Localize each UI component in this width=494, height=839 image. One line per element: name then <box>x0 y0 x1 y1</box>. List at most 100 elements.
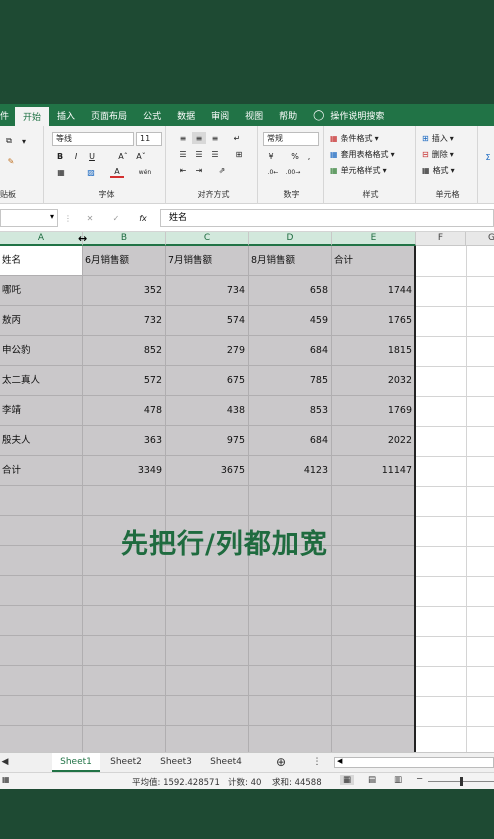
data-cell[interactable]: 1744 <box>332 276 416 306</box>
empty-cell[interactable] <box>166 726 249 752</box>
data-cell[interactable]: 哪吒 <box>0 276 83 306</box>
empty-cell[interactable] <box>0 666 83 696</box>
tab-page-layout[interactable]: 页面布局 <box>83 104 135 126</box>
empty-cell[interactable] <box>332 486 416 516</box>
sheet-nav-icon[interactable]: ◀ <box>0 753 10 772</box>
normal-view-icon[interactable]: ▦ <box>340 775 355 785</box>
empty-cell[interactable] <box>166 666 249 696</box>
data-cell[interactable]: 684 <box>249 426 332 456</box>
insert-function-icon[interactable]: fx <box>136 212 150 224</box>
empty-cell[interactable] <box>332 576 416 606</box>
wrap-text-icon[interactable]: ↵ <box>230 132 244 144</box>
editing-icon[interactable]: Σ <box>482 150 494 164</box>
data-cell[interactable]: 853 <box>249 396 332 426</box>
data-cell[interactable]: 2022 <box>332 426 416 456</box>
data-cell[interactable]: 殷夫人 <box>0 426 83 456</box>
data-cell[interactable]: 732 <box>83 306 166 336</box>
column-header-f[interactable]: F <box>416 232 466 246</box>
delete-cells-button[interactable]: ⊟ 删除 ▾ <box>422 147 474 161</box>
tab-file[interactable]: 件 <box>0 104 15 126</box>
currency-icon[interactable]: ¥ <box>264 150 278 162</box>
format-as-table-button[interactable]: ▦ 套用表格格式 ▾ <box>330 147 414 161</box>
data-cell[interactable]: 1815 <box>332 336 416 366</box>
sheet-tab-sheet2[interactable]: Sheet2 <box>102 753 150 772</box>
column-header-g[interactable]: G <box>466 232 494 246</box>
phonetic-icon[interactable]: wén <box>138 166 152 178</box>
empty-cell[interactable] <box>249 606 332 636</box>
align-middle-icon[interactable]: ≡ <box>192 132 206 144</box>
increase-decimal-icon[interactable]: .0← <box>264 166 282 178</box>
column-header-e[interactable]: E <box>332 232 416 246</box>
empty-cell[interactable] <box>0 606 83 636</box>
sheet-tab-sheet1[interactable]: Sheet1 <box>52 753 100 772</box>
empty-cell[interactable] <box>83 486 166 516</box>
zoom-slider[interactable] <box>428 777 494 786</box>
empty-cell[interactable] <box>249 486 332 516</box>
header-cell[interactable]: 姓名 <box>0 246 83 276</box>
data-cell[interactable]: 478 <box>83 396 166 426</box>
add-sheet-icon[interactable]: ⊕ <box>272 753 290 772</box>
scroll-left-icon[interactable]: ◀ <box>337 757 342 765</box>
conditional-format-button[interactable]: ▦ 条件格式 ▾ <box>330 131 410 145</box>
empty-cell[interactable] <box>0 486 83 516</box>
empty-cell[interactable] <box>249 726 332 752</box>
data-cell[interactable]: 3349 <box>83 456 166 486</box>
data-cell[interactable]: 684 <box>249 336 332 366</box>
data-cell[interactable]: 4123 <box>249 456 332 486</box>
align-left-icon[interactable]: ☰ <box>176 148 190 160</box>
header-cell[interactable]: 7月销售额 <box>166 246 249 276</box>
empty-cell[interactable] <box>166 486 249 516</box>
data-cell[interactable]: 785 <box>249 366 332 396</box>
border-icon[interactable]: ▦ <box>54 166 68 178</box>
column-header-b[interactable]: B <box>83 232 166 246</box>
format-cells-button[interactable]: ▦ 格式 ▾ <box>422 163 474 177</box>
empty-cell[interactable] <box>83 696 166 726</box>
font-grow-icon[interactable]: Aˆ <box>116 150 130 162</box>
data-cell[interactable]: 2032 <box>332 366 416 396</box>
data-cell[interactable]: 279 <box>166 336 249 366</box>
fill-color-icon[interactable]: ▨ <box>84 166 98 178</box>
more-sheets-icon[interactable]: ⋮ <box>312 753 322 772</box>
align-bottom-icon[interactable]: ≡ <box>208 132 222 144</box>
align-center-icon[interactable]: ☰ <box>192 148 206 160</box>
empty-cell[interactable] <box>249 696 332 726</box>
indent-decrease-icon[interactable]: ⇤ <box>176 164 190 176</box>
data-cell[interactable]: 1765 <box>332 306 416 336</box>
data-cell[interactable]: 11147 <box>332 456 416 486</box>
name-box[interactable]: ▾ <box>0 209 58 227</box>
empty-cell[interactable] <box>0 576 83 606</box>
data-cell[interactable]: 申公豹 <box>0 336 83 366</box>
empty-cell[interactable] <box>332 516 416 546</box>
font-name-select[interactable]: 等线 <box>52 132 134 146</box>
tell-me-search[interactable]: ◯ 操作说明搜索 <box>305 104 392 126</box>
empty-cell[interactable] <box>332 666 416 696</box>
empty-cell[interactable] <box>166 576 249 606</box>
tab-home[interactable]: 开始 <box>15 107 50 126</box>
decrease-decimal-icon[interactable]: .00→ <box>284 166 302 178</box>
empty-cell[interactable] <box>332 726 416 752</box>
tab-review[interactable]: 审阅 <box>203 104 237 126</box>
empty-cell[interactable] <box>0 546 83 576</box>
data-cell[interactable]: 572 <box>83 366 166 396</box>
empty-cell[interactable] <box>332 636 416 666</box>
empty-cell[interactable] <box>0 636 83 666</box>
chevron-down-icon[interactable]: ▾ <box>50 212 54 221</box>
data-cell[interactable]: 太二真人 <box>0 366 83 396</box>
sheet-tab-sheet4[interactable]: Sheet4 <box>202 753 250 772</box>
data-cell[interactable]: 574 <box>166 306 249 336</box>
empty-cell[interactable] <box>249 666 332 696</box>
empty-cell[interactable] <box>249 576 332 606</box>
data-cell[interactable]: 合计 <box>0 456 83 486</box>
format-painter-icon[interactable]: ✎ <box>2 154 20 168</box>
tab-help[interactable]: 帮助 <box>271 104 305 126</box>
font-color-icon[interactable]: A <box>110 166 124 178</box>
cancel-icon[interactable]: ✕ <box>84 212 96 224</box>
insert-cells-button[interactable]: ⊞ 插入 ▾ <box>422 131 474 145</box>
page-break-view-icon[interactable]: ▥ <box>394 775 402 785</box>
empty-cell[interactable] <box>332 546 416 576</box>
column-header-a[interactable]: A <box>0 232 83 246</box>
column-header-d[interactable]: D <box>249 232 332 246</box>
data-cell[interactable]: 438 <box>166 396 249 426</box>
data-cell[interactable]: 975 <box>166 426 249 456</box>
header-cell[interactable]: 合计 <box>332 246 416 276</box>
